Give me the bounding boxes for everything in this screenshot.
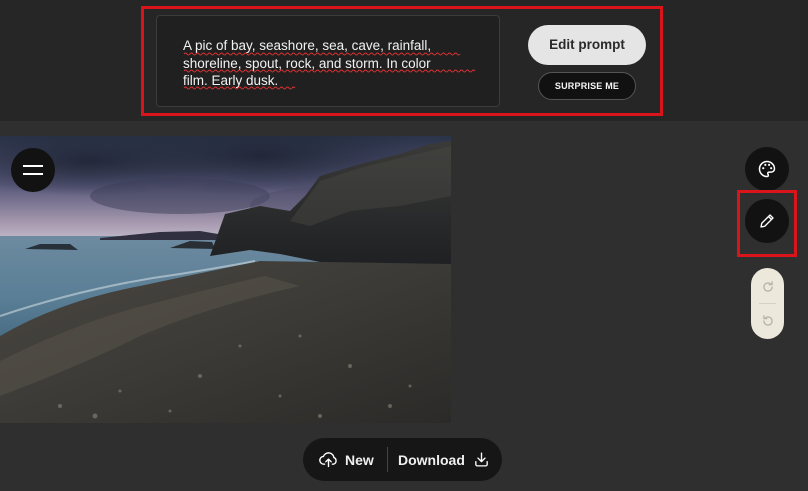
bottom-bar-divider: [387, 447, 388, 472]
cloud-upload-icon: [319, 452, 337, 468]
undo-icon: [762, 314, 773, 326]
new-label: New: [345, 451, 374, 468]
palette-icon: [758, 160, 776, 178]
menu-button[interactable]: [11, 148, 55, 192]
undo-button[interactable]: [751, 303, 784, 338]
history-controls: [751, 268, 784, 339]
hamburger-menu-icon: [23, 165, 43, 175]
redo-icon: [762, 280, 773, 292]
generated-image: [0, 136, 451, 423]
seascape-image: [0, 136, 451, 423]
new-button[interactable]: New: [319, 438, 374, 481]
download-icon: [475, 452, 488, 467]
bottom-action-bar: New Download: [303, 438, 502, 481]
edit-highlight-frame: [737, 190, 797, 257]
style-palette-button[interactable]: [745, 147, 789, 191]
redo-button[interactable]: [751, 269, 784, 304]
download-label: Download: [398, 451, 465, 468]
download-button[interactable]: Download: [398, 438, 490, 481]
prompt-highlight-frame: [141, 6, 663, 116]
